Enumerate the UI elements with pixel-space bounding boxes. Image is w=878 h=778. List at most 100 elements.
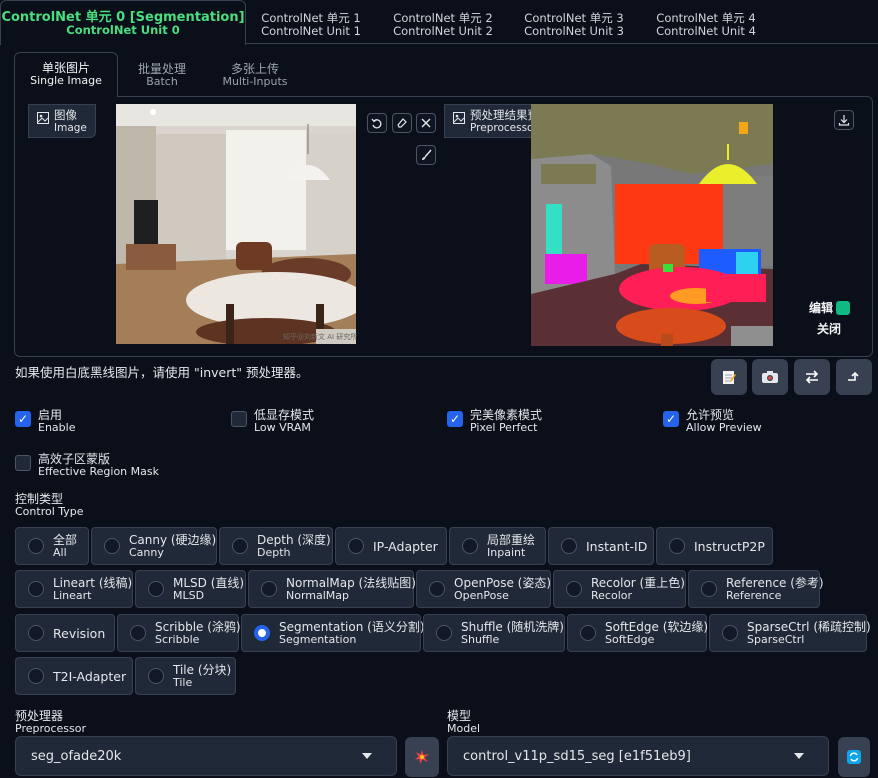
enable-checkbox[interactable]: ✓ 启用 Enable — [15, 409, 75, 434]
undo-icon — [371, 118, 382, 129]
close-preview-button[interactable]: 关闭 — [815, 319, 844, 338]
radio-dot — [130, 625, 146, 641]
open-new-canvas-button[interactable] — [711, 359, 747, 395]
option-sublabel: SoftEdge — [605, 632, 655, 646]
option-label: NormalMap (法线贴图) — [286, 575, 416, 590]
control-type-canny[interactable]: Canny (硬边缘) Canny — [91, 527, 217, 565]
edit-preview-label: 编辑 — [809, 301, 834, 315]
control-type-mlsd[interactable]: MLSD (直线) MLSD — [135, 570, 246, 608]
tab-batch-sublabel: Batch — [146, 75, 178, 88]
model-label: 模型 Model — [447, 710, 480, 735]
preprocessor-value: seg_ofade20k — [31, 748, 122, 764]
control-type-recolor[interactable]: Recolor (重上色) Recolor — [553, 570, 686, 608]
control-type-openpose[interactable]: OpenPose (姿态) OpenPose — [416, 570, 551, 608]
control-type-tile[interactable]: Tile (分块) Tile — [135, 657, 236, 695]
eraser-button[interactable] — [392, 113, 412, 133]
control-type-all[interactable]: 全部 All — [15, 527, 89, 565]
send-dimensions-icon — [848, 371, 859, 381]
input-image[interactable] — [116, 104, 356, 344]
control-type-inpaint[interactable]: 局部重绘 Inpaint — [449, 527, 546, 565]
control-type-reference[interactable]: Reference (参考) Reference — [688, 570, 824, 608]
option-label: Canny (硬边缘) — [129, 532, 217, 547]
radio-dot — [561, 538, 577, 554]
tab-unit-0-sublabel: ControlNet Unit 0 — [66, 23, 180, 37]
control-type-scribble[interactable]: Scribble (涂鸦) Scribble — [117, 614, 241, 652]
control-type-normalmap[interactable]: NormalMap (法线贴图) NormalMap — [248, 570, 416, 608]
pixel-perfect-checkbox[interactable]: ✓ 完美像素模式 Pixel Perfect — [447, 409, 542, 434]
webcam-button[interactable] — [752, 359, 788, 395]
effective-region-mask-checkbox[interactable]: 高效子区蒙版 Effective Region Mask — [15, 453, 159, 478]
tab-unit-3-sublabel: ControlNet Unit 3 — [524, 24, 624, 38]
tab-unit-0[interactable]: ControlNet 单元 0 [Segmentation] ControlNe… — [0, 0, 246, 45]
tab-batch[interactable]: 批量处理 Batch — [122, 54, 202, 96]
option-label: T2I-Adapter — [53, 668, 127, 684]
option-label: 全部 — [53, 532, 78, 547]
tab-unit-2[interactable]: ControlNet 单元 2 ControlNet Unit 2 — [382, 4, 504, 44]
brush-button[interactable] — [416, 145, 436, 165]
tab-multi-inputs-sublabel: Multi-Inputs — [222, 75, 288, 88]
control-type-depth[interactable]: Depth (深度) Depth — [219, 527, 333, 565]
option-label: Revision — [53, 625, 106, 641]
explosion-icon — [415, 750, 429, 764]
radio-dot — [148, 668, 164, 684]
control-type-instant-id[interactable]: Instant-ID — [548, 527, 654, 565]
photopea-icon — [836, 300, 851, 315]
low-vram-checkbox[interactable]: 低显存模式 Low VRAM — [231, 409, 314, 434]
run-preprocessor-button[interactable] — [405, 737, 439, 777]
tab-single-image-sublabel: Single Image — [30, 74, 102, 87]
tab-unit-4[interactable]: ControlNet 单元 4 ControlNet Unit 4 — [645, 4, 767, 44]
option-label: Lineart (线稿) — [53, 575, 133, 590]
pixel-perfect-sublabel: Pixel Perfect — [470, 421, 538, 434]
clear-image-button[interactable] — [416, 113, 436, 133]
allow-preview-checkbox[interactable]: ✓ 允许预览 Allow Preview — [663, 409, 762, 434]
radio-dot — [232, 538, 248, 554]
control-type-revision[interactable]: Revision — [15, 614, 115, 652]
control-type-softedge[interactable]: SoftEdge (软边缘) SoftEdge — [567, 614, 709, 652]
enable-sublabel: Enable — [38, 421, 76, 434]
tab-single-image[interactable]: 单张图片 Single Image — [14, 52, 118, 97]
control-type-shuffle[interactable]: Shuffle (随机洗牌) Shuffle — [423, 614, 565, 652]
preprocessor-select[interactable]: seg_ofade20k — [15, 736, 397, 776]
tab-unit-3[interactable]: ControlNet 单元 3 ControlNet Unit 3 — [513, 4, 635, 44]
option-label: Tile (分块) — [173, 662, 232, 677]
preprocessor-subtitle: Preprocessor — [15, 722, 87, 735]
control-type-ip-adapter[interactable]: IP-Adapter — [335, 527, 447, 565]
model-select[interactable]: control_v11p_sd15_seg [e1f51eb9] — [447, 736, 829, 776]
radio-dot — [261, 581, 277, 597]
radio-dot — [28, 581, 44, 597]
refresh-models-button[interactable] — [838, 737, 870, 777]
send-dimensions-button[interactable] — [836, 359, 872, 395]
control-type-segmentation[interactable]: Segmentation (语义分割) Segmentation — [241, 614, 425, 652]
radio-dot — [28, 668, 44, 684]
download-icon — [838, 115, 850, 126]
edit-preview-button[interactable]: 编辑 — [807, 298, 853, 317]
radio-dot — [462, 538, 478, 554]
option-sublabel: OpenPose — [454, 588, 509, 602]
option-label: SoftEdge (软边缘) — [605, 619, 709, 634]
unit-tabs: ControlNet 单元 0 [Segmentation] ControlNe… — [0, 0, 878, 45]
control-type-t2i-adapter[interactable]: T2I-Adapter — [15, 657, 133, 695]
checkmark-icon: ✓ — [663, 411, 679, 427]
option-sublabel: Segmentation — [279, 632, 357, 646]
control-type-sparsectrl[interactable]: SparseCtrl (稀疏控制) SparseCtrl — [709, 614, 871, 652]
notepad-icon — [723, 371, 736, 384]
radio-dot — [28, 625, 44, 641]
control-type-lineart[interactable]: Lineart (线稿) Lineart — [15, 570, 133, 608]
download-preview-button[interactable] — [834, 110, 854, 130]
mirror-webcam-button[interactable] — [794, 359, 830, 395]
close-preview-label: 关闭 — [817, 322, 842, 336]
tab-multi-inputs[interactable]: 多张上传 Multi-Inputs — [210, 54, 300, 96]
tab-unit-1[interactable]: ControlNet 单元 1 ControlNet Unit 1 — [250, 4, 372, 44]
eraser-icon — [397, 118, 407, 128]
control-type-instructp2p[interactable]: InstructP2P — [656, 527, 773, 565]
radio-dot — [566, 581, 582, 597]
option-label: OpenPose (姿态) — [454, 575, 552, 590]
tab-unit-1-sublabel: ControlNet Unit 1 — [261, 24, 361, 38]
undo-button[interactable] — [367, 113, 387, 133]
option-sublabel: Reference — [726, 588, 782, 602]
option-sublabel: Depth — [257, 545, 291, 559]
checkbox-box — [231, 411, 247, 427]
radio-dot — [722, 625, 738, 641]
low-vram-sublabel: Low VRAM — [254, 421, 311, 434]
control-type-label: 控制类型 Control Type — [15, 493, 84, 518]
